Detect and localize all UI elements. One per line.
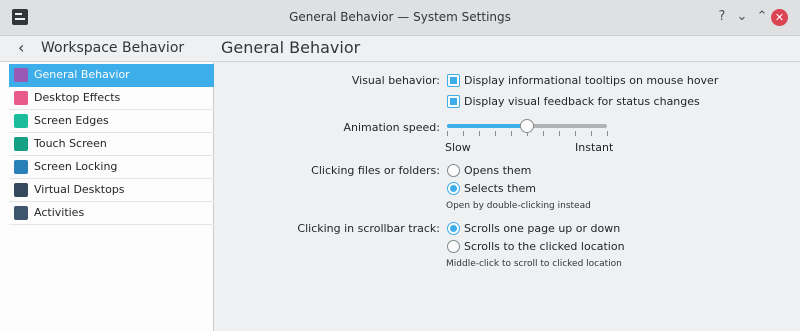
sidebar-item-activities[interactable]: Activities — [9, 202, 214, 225]
opens-them-label[interactable]: Opens them — [464, 164, 531, 177]
visual-feedback-checkbox-label[interactable]: Display visual feedback for status chang… — [464, 95, 700, 108]
sidebar-item-label: Screen Locking — [34, 160, 118, 173]
main-header: General Behavior — [215, 37, 800, 62]
slider-tick — [495, 131, 496, 136]
sidebar-title: Workspace Behavior — [41, 40, 185, 56]
sidebar-item-screen-locking[interactable]: Screen Locking — [9, 156, 214, 179]
minimize-icon[interactable]: ⌄ — [733, 8, 751, 26]
scroll-to-location-radio[interactable] — [447, 240, 460, 253]
close-icon[interactable]: ✕ — [771, 9, 788, 26]
window-title: General Behavior — System Settings — [289, 10, 511, 24]
sidebar-item-label: Touch Screen — [34, 137, 107, 150]
slider-tick — [479, 131, 480, 136]
desktop-effects-icon — [14, 91, 28, 105]
slider-tick — [575, 131, 576, 136]
sidebar-list: General Behavior Desktop Effects Screen … — [9, 64, 214, 225]
scrollbar-track-hint: Middle-click to scroll to clicked locati… — [446, 259, 622, 269]
sidebar-item-touch-screen[interactable]: Touch Screen — [9, 133, 214, 156]
scrollbar-track-label: Clicking in scrollbar track: — [297, 222, 440, 235]
visual-feedback-checkbox[interactable] — [447, 95, 460, 108]
scroll-page-label[interactable]: Scrolls one page up or down — [464, 222, 620, 235]
sidebar-item-label: General Behavior — [34, 68, 130, 81]
touch-screen-icon — [14, 137, 28, 151]
maximize-icon[interactable]: ⌃ — [753, 8, 771, 26]
visual-behavior-label: Visual behavior: — [351, 74, 440, 87]
general-behavior-icon — [14, 68, 28, 82]
scroll-to-location-label[interactable]: Scrolls to the clicked location — [464, 240, 625, 253]
scroll-page-radio[interactable] — [447, 222, 460, 235]
screen-edges-icon — [14, 114, 28, 128]
sidebar-item-general-behavior[interactable]: General Behavior — [9, 64, 214, 87]
slider-tick — [543, 131, 544, 136]
help-icon[interactable]: ? — [713, 8, 731, 26]
clicking-files-hint: Open by double-clicking instead — [446, 201, 591, 211]
slider-tick — [511, 131, 512, 136]
page-title: General Behavior — [221, 38, 361, 57]
selects-them-label[interactable]: Selects them — [464, 182, 536, 195]
slider-tick — [463, 131, 464, 136]
tooltips-checkbox[interactable] — [447, 74, 460, 87]
slider-fill — [447, 124, 527, 128]
sidebar-item-label: Virtual Desktops — [34, 183, 125, 196]
opens-them-radio[interactable] — [447, 164, 460, 177]
screen-locking-icon — [14, 160, 28, 174]
slider-tick — [591, 131, 592, 136]
slider-min-label: Slow — [445, 141, 471, 154]
back-arrow-icon[interactable]: ‹ — [18, 38, 24, 57]
sidebar-header: ‹ Workspace Behavior — [0, 37, 214, 62]
clicking-files-label: Clicking files or folders: — [311, 164, 440, 177]
animation-speed-label: Animation speed: — [343, 121, 440, 134]
activities-icon — [14, 206, 28, 220]
sidebar-item-label: Activities — [34, 206, 85, 219]
sidebar-item-label: Desktop Effects — [34, 91, 121, 104]
slider-tick — [447, 131, 448, 136]
selects-them-radio[interactable] — [447, 182, 460, 195]
sidebar-item-screen-edges[interactable]: Screen Edges — [9, 110, 214, 133]
slider-handle[interactable] — [520, 119, 534, 133]
slider-tick — [607, 131, 608, 136]
slider-tick — [559, 131, 560, 136]
virtual-desktops-icon — [14, 183, 28, 197]
sidebar-item-virtual-desktops[interactable]: Virtual Desktops — [9, 179, 214, 202]
sidebar-item-label: Screen Edges — [34, 114, 109, 127]
sidebar: ‹ Workspace Behavior General Behavior De… — [0, 37, 214, 331]
tooltips-checkbox-label[interactable]: Display informational tooltips on mouse … — [464, 74, 718, 87]
slider-max-label: Instant — [575, 141, 614, 154]
sidebar-item-desktop-effects[interactable]: Desktop Effects — [9, 87, 214, 110]
title-bar: General Behavior — System Settings ? ⌄ ⌃… — [0, 0, 800, 36]
